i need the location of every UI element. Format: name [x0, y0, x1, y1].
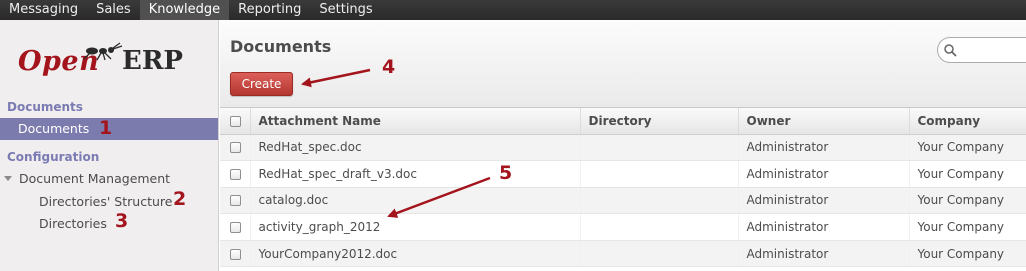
cell-directory[interactable]: [579, 160, 738, 188]
row-select-cell: [220, 134, 250, 162]
callout-2: 2: [173, 188, 187, 210]
search-box[interactable]: [937, 37, 1026, 63]
sidebar-item-directories[interactable]: Directories: [39, 216, 107, 231]
cell-owner[interactable]: Administrator: [737, 187, 909, 215]
table-row[interactable]: YourCompany2012.doc Administrator Your C…: [220, 240, 1026, 268]
cell-company[interactable]: Your Company: [908, 160, 1026, 188]
row-select-cell: [220, 160, 250, 188]
main-content: Documents Create Attachment Name Directo…: [220, 20, 1026, 271]
top-menu-bar: Messaging Sales Knowledge Reporting Sett…: [0, 0, 1026, 20]
table-row[interactable]: RedHat_spec.doc Administrator Your Compa…: [220, 134, 1026, 162]
cell-attachment-name[interactable]: activity_graph_2012: [249, 213, 580, 241]
view-header: Documents Create: [220, 20, 1026, 108]
documents-table: Attachment Name Directory Owner Company …: [220, 108, 1026, 268]
callout-1: 1: [99, 117, 113, 139]
cell-directory[interactable]: [579, 240, 738, 268]
cell-company[interactable]: Your Company: [908, 213, 1026, 241]
select-all-checkbox[interactable]: [230, 115, 241, 127]
sidebar: Open ERP Documents Documents Configurati…: [0, 20, 219, 271]
cell-attachment-name[interactable]: catalog.doc: [249, 187, 580, 215]
cell-directory[interactable]: [579, 213, 738, 241]
menu-reporting[interactable]: Reporting: [229, 0, 310, 20]
row-select-cell: [220, 240, 250, 268]
column-attachment-name[interactable]: Attachment Name: [249, 108, 580, 135]
caret-down-icon[interactable]: [4, 176, 12, 181]
select-all-cell: [220, 108, 250, 135]
row-checkbox[interactable]: [230, 222, 241, 234]
callout-3: 3: [115, 210, 129, 232]
row-select-cell: [220, 187, 250, 215]
cell-company[interactable]: Your Company: [908, 240, 1026, 268]
cell-owner[interactable]: Administrator: [737, 213, 909, 241]
cell-company[interactable]: Your Company: [908, 187, 1026, 215]
sidebar-item-directories-structure[interactable]: Directories' Structure: [39, 194, 172, 209]
cell-directory[interactable]: [579, 187, 738, 215]
callout-5: 5: [499, 162, 513, 184]
table-header-row: Attachment Name Directory Owner Company: [220, 108, 1026, 135]
section-documents: Documents: [7, 100, 83, 114]
openerp-logo[interactable]: Open ERP: [18, 42, 208, 92]
menu-messaging[interactable]: Messaging: [0, 0, 87, 20]
search-input[interactable]: [960, 41, 1026, 59]
column-company[interactable]: Company: [908, 108, 1026, 135]
cell-owner[interactable]: Administrator: [737, 134, 909, 162]
row-checkbox[interactable]: [230, 168, 241, 180]
menu-knowledge[interactable]: Knowledge: [139, 0, 230, 20]
row-checkbox[interactable]: [230, 195, 241, 207]
logo-erp-text: ERP: [122, 46, 183, 76]
cell-owner[interactable]: Administrator: [737, 160, 909, 188]
cell-directory[interactable]: [579, 134, 738, 162]
menu-settings[interactable]: Settings: [310, 0, 381, 20]
search-icon: [944, 44, 957, 57]
row-checkbox[interactable]: [230, 248, 241, 260]
cell-attachment-name[interactable]: YourCompany2012.doc: [249, 240, 580, 268]
section-configuration: Configuration: [7, 150, 100, 164]
table-row[interactable]: RedHat_spec_draft_v3.doc Administrator Y…: [220, 160, 1026, 188]
table-row[interactable]: catalog.doc Administrator Your Company: [220, 187, 1026, 215]
ant-icon: [83, 42, 123, 61]
sidebar-item-document-management[interactable]: Document Management: [19, 171, 170, 186]
column-owner[interactable]: Owner: [737, 108, 909, 135]
table-row[interactable]: activity_graph_2012 Administrator Your C…: [220, 213, 1026, 241]
cell-attachment-name[interactable]: RedHat_spec_draft_v3.doc: [249, 160, 580, 188]
row-select-cell: [220, 213, 250, 241]
row-checkbox[interactable]: [230, 142, 241, 154]
cell-company[interactable]: Your Company: [908, 134, 1026, 162]
cell-owner[interactable]: Administrator: [737, 240, 909, 268]
cell-attachment-name[interactable]: RedHat_spec.doc: [249, 134, 580, 162]
column-directory[interactable]: Directory: [579, 108, 738, 135]
page-title: Documents: [230, 37, 332, 56]
create-button[interactable]: Create: [230, 72, 293, 96]
callout-4: 4: [382, 56, 396, 78]
menu-sales[interactable]: Sales: [87, 0, 140, 20]
